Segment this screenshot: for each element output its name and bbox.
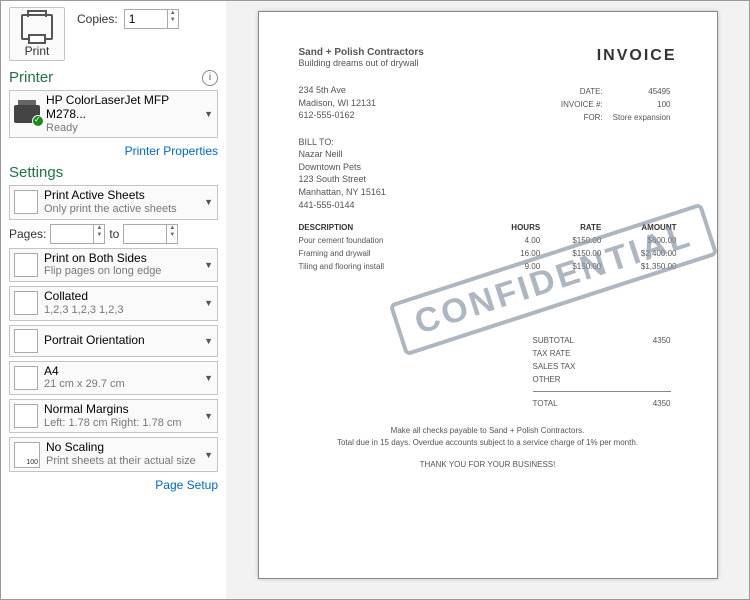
chevron-up-icon[interactable]: ▲ bbox=[168, 10, 178, 17]
orientation-select[interactable]: Portrait Orientation ▼ bbox=[9, 325, 218, 357]
chevron-down-icon[interactable]: ▼ bbox=[168, 17, 178, 24]
page-icon bbox=[14, 366, 38, 390]
chevron-down-icon: ▼ bbox=[204, 336, 213, 346]
pages-to-label: to bbox=[109, 227, 119, 241]
copies-input[interactable] bbox=[125, 10, 167, 28]
preview-area: Sand + Polish Contractors Building dream… bbox=[226, 1, 749, 599]
chevron-down-icon: ▼ bbox=[204, 197, 213, 207]
setting-title: Print on Both Sides bbox=[44, 252, 198, 266]
printer-name: HP ColorLaserJet MFP M278... bbox=[46, 94, 198, 122]
paper-size-select[interactable]: A4 21 cm x 29.7 cm ▼ bbox=[9, 361, 218, 395]
setting-title: Portrait Orientation bbox=[44, 334, 198, 348]
pages-label: Pages: bbox=[9, 227, 46, 241]
invoice-totals: SUBTOTAL4350 TAX RATE SALES TAX OTHER TO… bbox=[527, 333, 677, 411]
margins-icon bbox=[14, 404, 38, 428]
printer-status: Ready bbox=[46, 122, 198, 135]
sheets-icon bbox=[14, 190, 38, 214]
page-from-input[interactable] bbox=[51, 225, 93, 243]
scaling-icon: 100 bbox=[14, 442, 40, 468]
billto-line: Manhattan, NY 15161 bbox=[299, 186, 677, 199]
printer-heading: Printer bbox=[9, 69, 53, 86]
chevron-down-icon: ▼ bbox=[204, 450, 213, 460]
invoice-title: INVOICE bbox=[597, 47, 677, 65]
company-name: Sand + Polish Contractors bbox=[299, 47, 424, 58]
chevron-down-icon: ▼ bbox=[204, 260, 213, 270]
collation-select[interactable]: Collated 1,2,3 1,2,3 1,2,3 ▼ bbox=[9, 286, 218, 320]
invoice-meta: DATE:45495 INVOICE #:100 FOR:Store expan… bbox=[555, 84, 677, 126]
printer-properties-link[interactable]: Printer Properties bbox=[9, 144, 218, 158]
info-icon[interactable]: i bbox=[202, 70, 218, 86]
printer-select[interactable]: HP ColorLaserJet MFP M278... Ready ▼ bbox=[9, 90, 218, 138]
setting-sub: 21 cm x 29.7 cm bbox=[44, 378, 198, 391]
margins-select[interactable]: Normal Margins Left: 1.78 cm Right: 1.78… bbox=[9, 399, 218, 433]
print-preview-page: Sand + Polish Contractors Building dream… bbox=[258, 11, 718, 579]
printer-icon bbox=[21, 14, 53, 40]
billto-line: Nazar Neill bbox=[299, 148, 677, 161]
copies-label: Copies: bbox=[77, 12, 118, 26]
billto-heading: BILL TO: bbox=[299, 136, 677, 149]
setting-title: A4 bbox=[44, 365, 198, 379]
page-to-input[interactable] bbox=[124, 225, 166, 243]
chevron-down-icon: ▼ bbox=[204, 298, 213, 308]
print-label: Print bbox=[12, 44, 62, 58]
setting-sub: 1,2,3 1,2,3 1,2,3 bbox=[44, 304, 198, 317]
billto-line: Downtown Pets bbox=[299, 161, 677, 174]
setting-title: No Scaling bbox=[46, 441, 198, 455]
from-line: 612-555-0162 bbox=[299, 109, 377, 122]
chevron-down-icon: ▼ bbox=[204, 109, 213, 119]
footer-line: Make all checks payable to Sand + Polish… bbox=[299, 425, 677, 437]
footer-line: Total due in 15 days. Overdue accounts s… bbox=[299, 437, 677, 449]
sides-select[interactable]: Print on Both Sides Flip pages on long e… bbox=[9, 248, 218, 282]
portrait-icon bbox=[14, 329, 38, 353]
setting-title: Print Active Sheets bbox=[44, 189, 198, 203]
chevron-down-icon: ▼ bbox=[204, 411, 213, 421]
page-setup-link[interactable]: Page Setup bbox=[9, 478, 218, 492]
footer-line: THANK YOU FOR YOUR BUSINESS! bbox=[299, 459, 677, 471]
from-line: Madison, WI 12131 bbox=[299, 97, 377, 110]
setting-sub: Flip pages on long edge bbox=[44, 265, 198, 278]
page-to-spinner[interactable]: ▲▼ bbox=[123, 224, 178, 244]
copies-spinner[interactable]: ▲▼ bbox=[124, 9, 179, 29]
setting-title: Collated bbox=[44, 290, 198, 304]
from-line: 234 5th Ave bbox=[299, 84, 377, 97]
setting-sub: Only print the active sheets bbox=[44, 203, 198, 216]
company-tagline: Building dreams out of drywall bbox=[299, 58, 424, 68]
two-sided-icon bbox=[14, 253, 38, 277]
billto-line: 441-555-0144 bbox=[299, 199, 677, 212]
setting-sub: Left: 1.78 cm Right: 1.78 cm bbox=[44, 417, 198, 430]
settings-heading: Settings bbox=[9, 164, 218, 181]
chevron-down-icon: ▼ bbox=[204, 373, 213, 383]
setting-sub: Print sheets at their actual size bbox=[46, 455, 198, 468]
scaling-select[interactable]: 100 No Scaling Print sheets at their act… bbox=[9, 437, 218, 471]
collated-icon bbox=[14, 291, 38, 315]
print-button[interactable]: Print bbox=[9, 7, 65, 61]
setting-title: Normal Margins bbox=[44, 403, 198, 417]
page-from-spinner[interactable]: ▲▼ bbox=[50, 224, 105, 244]
billto-line: 123 South Street bbox=[299, 173, 677, 186]
print-scope-select[interactable]: Print Active Sheets Only print the activ… bbox=[9, 185, 218, 219]
printer-device-icon bbox=[14, 105, 40, 123]
